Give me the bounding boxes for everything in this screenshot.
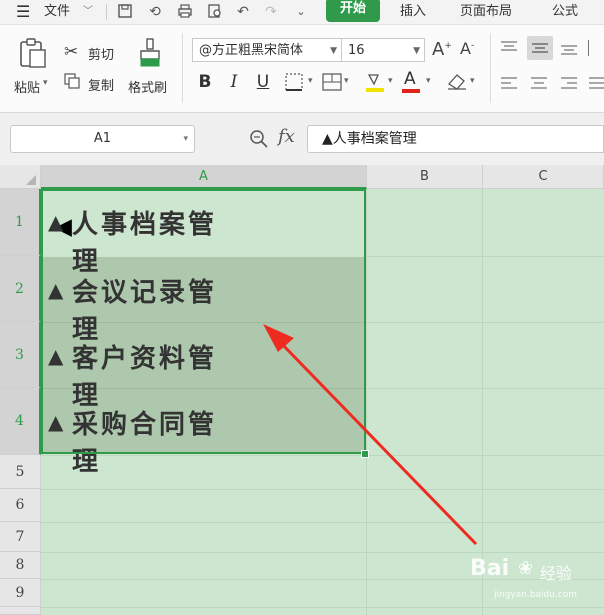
arrow-head (263, 324, 294, 352)
paw-icon: ❀ (518, 558, 534, 579)
watermark-suffix: 经验 (540, 564, 573, 583)
baidu-watermark: Bai ❀ 经验 jingyan.baidu.com (466, 552, 604, 612)
watermark-brand: Bai (470, 556, 510, 581)
watermark-url: jingyan.baidu.com (494, 590, 578, 600)
arrow-shaft (278, 340, 478, 546)
red-arrow-annotation (263, 324, 478, 546)
